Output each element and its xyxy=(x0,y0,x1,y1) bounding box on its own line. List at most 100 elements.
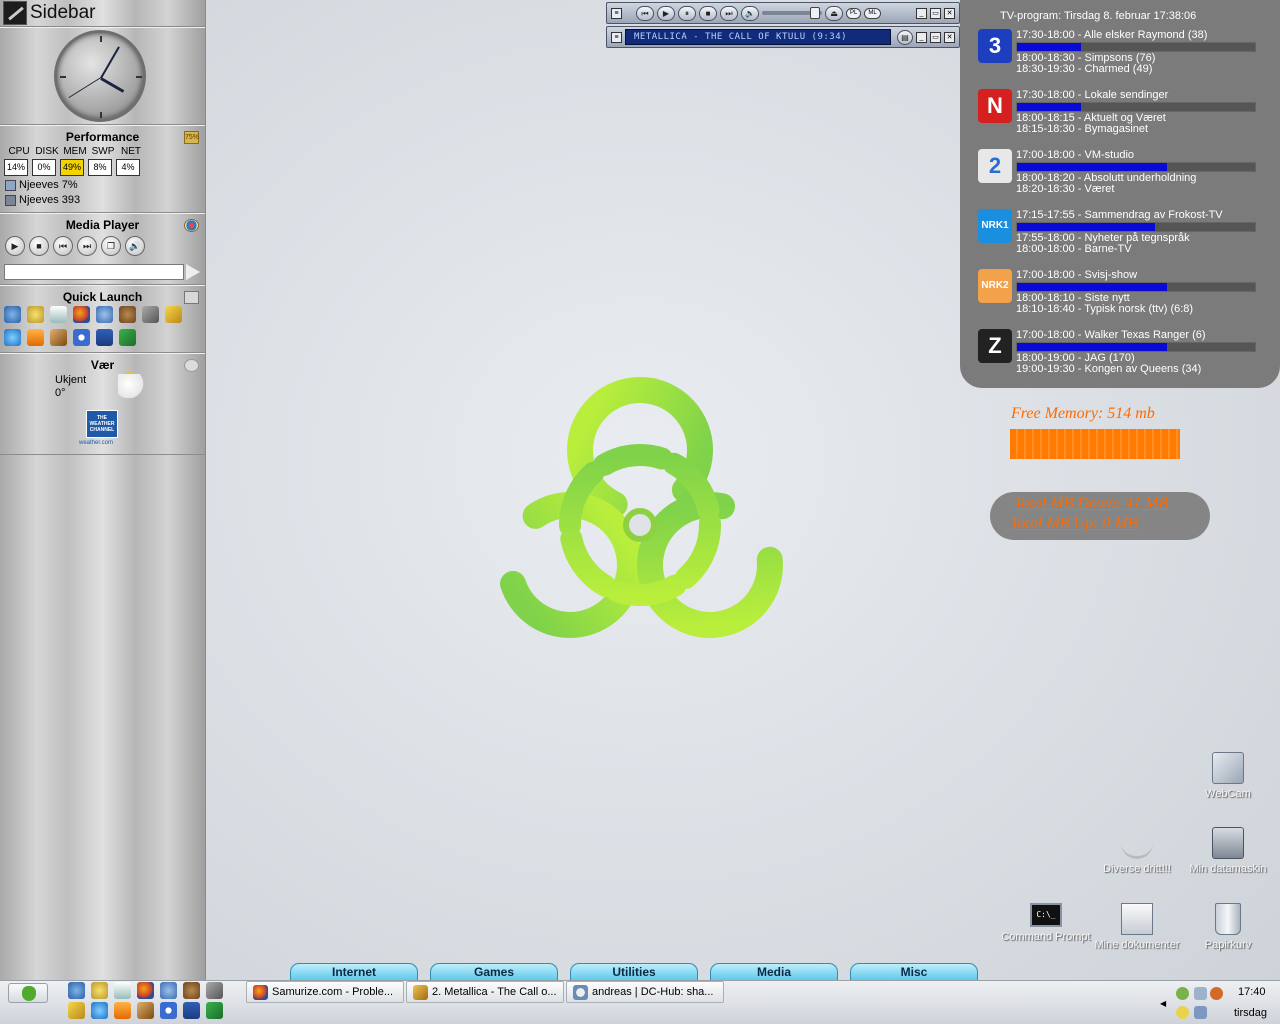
tab-misc[interactable]: Misc xyxy=(850,963,978,981)
word-icon[interactable] xyxy=(96,329,113,346)
xchat-icon[interactable] xyxy=(206,1002,223,1019)
thunderbird-icon[interactable] xyxy=(160,982,177,999)
speaker-icon[interactable] xyxy=(27,306,44,323)
word-icon[interactable] xyxy=(183,1002,200,1019)
bear-icon[interactable] xyxy=(183,982,200,999)
winamp-options-icon[interactable]: ▤ xyxy=(897,29,913,45)
winamp-eject-button[interactable]: ⏏ xyxy=(825,5,843,21)
thunderbird-icon[interactable] xyxy=(96,306,113,323)
winamp-icon[interactable] xyxy=(160,1002,177,1019)
task-label: Samurize.com - Proble... xyxy=(272,986,394,998)
firefox-icon[interactable] xyxy=(137,982,154,999)
connection-tray-icon[interactable] xyxy=(1194,1006,1207,1019)
desktop-icon-diverse[interactable]: Diverse dritt!!! xyxy=(1092,827,1182,875)
winamp-medialibrary-button[interactable]: ML xyxy=(864,7,881,19)
media-go-arrow-icon[interactable] xyxy=(186,264,200,280)
tab-games[interactable]: Games xyxy=(430,963,558,981)
net-label: NET xyxy=(121,146,141,157)
quick-launch-panel: Quick Launch xyxy=(0,285,205,353)
free-memory-label: Free Memory: 514 mb xyxy=(1011,405,1155,422)
winamp-next-button[interactable]: ⏭ xyxy=(720,5,738,21)
keys-icon[interactable] xyxy=(165,306,182,323)
desktop-icon-my-documents[interactable]: Mine dokumenter xyxy=(1092,903,1182,951)
winamp-close-icon[interactable]: ✕ xyxy=(944,7,955,19)
ie-icon[interactable] xyxy=(91,1002,108,1019)
previous-button-icon[interactable]: ⏮ xyxy=(53,236,73,256)
globe-icon[interactable] xyxy=(68,982,85,999)
play-button-icon[interactable]: ▶ xyxy=(5,236,25,256)
pencil-icon[interactable] xyxy=(50,329,67,346)
window-button-icon[interactable]: ❐ xyxy=(101,236,121,256)
ie-icon[interactable] xyxy=(4,329,21,346)
total-down-label: Total MB Down: 41 MB xyxy=(1014,495,1169,512)
lt-icon[interactable] xyxy=(114,982,131,999)
process-mem-text: Njeeves 393 xyxy=(19,194,81,206)
winamp-track-display[interactable]: METALLICA - THE CALL OF KTULU (9:34) xyxy=(625,29,891,45)
tools-icon[interactable] xyxy=(142,306,159,323)
desktop-icon-command-prompt[interactable]: C:\_ Command Prompt xyxy=(1001,903,1091,943)
weather-channel-logo[interactable]: THE WEATHER CHANNEL xyxy=(86,410,118,438)
task-button-winamp[interactable]: 2. Metallica - The Call o... xyxy=(406,981,564,1003)
winamp-title-close-icon[interactable]: ✕ xyxy=(944,31,955,43)
winamp-playlist-button[interactable]: PL xyxy=(846,7,862,19)
next-button-icon[interactable]: ⏭ xyxy=(77,236,97,256)
tab-internet[interactable]: Internet xyxy=(290,963,418,981)
firefox-icon[interactable] xyxy=(73,306,90,323)
desktop-icon-recycle-bin[interactable]: Papirkurv xyxy=(1183,903,1273,951)
xchat-icon[interactable] xyxy=(119,329,136,346)
tools-icon[interactable] xyxy=(206,982,223,999)
winamp-stop-button[interactable]: ■ xyxy=(699,5,717,21)
winamp-title-shade-icon[interactable]: ▭ xyxy=(930,31,941,43)
weather-channel-url[interactable]: weather.com xyxy=(79,440,113,446)
performance-settings-icon[interactable]: 75% xyxy=(184,131,199,144)
sidebar-title: Sidebar xyxy=(30,2,96,23)
messenger-tray-icon[interactable] xyxy=(1210,987,1223,1000)
winamp-menu-icon[interactable]: ≡ xyxy=(611,7,622,19)
winamp-icon[interactable] xyxy=(73,329,90,346)
swp-label: SWP xyxy=(91,146,115,157)
lt-icon[interactable] xyxy=(50,306,67,323)
winamp-volume-slider[interactable] xyxy=(762,7,822,19)
drive-tray-icon[interactable] xyxy=(1194,987,1207,1000)
bear-icon[interactable] xyxy=(119,306,136,323)
vlc-icon[interactable] xyxy=(27,329,44,346)
winamp-volume-icon[interactable]: 🔈 xyxy=(741,5,759,21)
tv-now-showing: 17:30-18:00 - Lokale sendinger xyxy=(1016,89,1169,101)
winamp-minimize-icon[interactable]: _ xyxy=(916,7,927,19)
keys-icon[interactable] xyxy=(68,1002,85,1019)
winamp-shade-icon[interactable]: ▭ xyxy=(930,7,941,19)
stop-button-icon[interactable]: ■ xyxy=(29,236,49,256)
start-button[interactable] xyxy=(8,983,48,1003)
tab-media[interactable]: Media xyxy=(710,963,838,981)
clock-time[interactable]: 17:40 xyxy=(1238,986,1266,998)
weather-settings-icon[interactable] xyxy=(184,359,199,372)
tray-expand-icon[interactable]: ◀ xyxy=(1160,999,1166,1008)
winamp-pause-button[interactable]: ⏸ xyxy=(678,5,696,21)
task-button-samurize[interactable]: Samurize.com - Proble... xyxy=(246,981,404,1003)
desktop-icon-label: Papirkurv xyxy=(1204,939,1252,951)
network-tray-icon[interactable] xyxy=(1176,987,1189,1000)
volume-button-icon[interactable]: 🔊 xyxy=(125,236,145,256)
desktop-icon-my-computer[interactable]: Min datamaskin xyxy=(1183,827,1273,875)
quick-launch-settings-icon[interactable] xyxy=(184,291,199,304)
pencil-icon[interactable] xyxy=(137,1002,154,1019)
tv-program-widget: TV-program: Tirsdag 8. februar 17:38:06 … xyxy=(960,0,1280,388)
desktop-icon-webcam[interactable]: WebCam xyxy=(1183,752,1273,800)
speaker-icon[interactable] xyxy=(91,982,108,999)
winamp-title-menu-icon[interactable]: ≡ xyxy=(611,31,622,43)
winamp-title-minimize-icon[interactable]: _ xyxy=(916,31,927,43)
winamp-previous-button[interactable]: ⏮ xyxy=(636,5,654,21)
vlc-icon[interactable] xyxy=(114,1002,131,1019)
tv-now-showing: 17:00-18:00 - VM-studio xyxy=(1016,149,1135,161)
sidebar-logo-icon[interactable] xyxy=(3,1,27,25)
volume-tray-icon[interactable] xyxy=(1176,1006,1189,1019)
task-button-dc-hub[interactable]: andreas | DC-Hub: sha... xyxy=(566,981,724,1003)
tab-utilities[interactable]: Utilities xyxy=(570,963,698,981)
media-url-input[interactable] xyxy=(4,264,184,280)
globe-icon[interactable] xyxy=(4,306,21,323)
clock-minute-hand xyxy=(100,46,120,79)
winamp-play-button[interactable]: ▶ xyxy=(657,5,675,21)
media-player-heading: Media Player xyxy=(65,218,140,232)
media-player-settings-icon[interactable] xyxy=(184,219,199,232)
tv-now-showing: 17:00-18:00 - Svisj-show xyxy=(1016,269,1138,281)
